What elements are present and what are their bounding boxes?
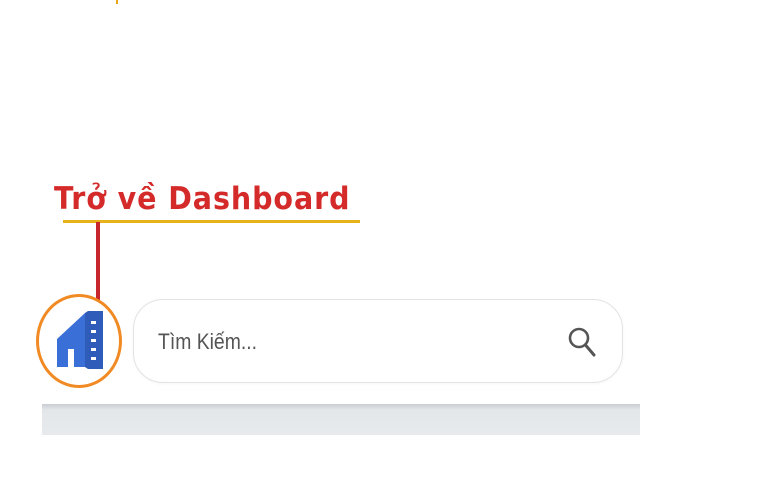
search-bar	[133, 299, 623, 383]
home-building-icon	[57, 311, 103, 369]
dashboard-home-button[interactable]	[55, 309, 105, 371]
annotation-underline	[63, 220, 360, 223]
search-input[interactable]	[158, 324, 502, 360]
annotation-pointer-line	[96, 222, 100, 300]
annotation-label: Trở về Dashboard	[54, 181, 351, 217]
search-icon[interactable]	[567, 326, 597, 358]
decorative-dot	[116, 0, 118, 4]
toolbar-strip	[42, 404, 640, 435]
